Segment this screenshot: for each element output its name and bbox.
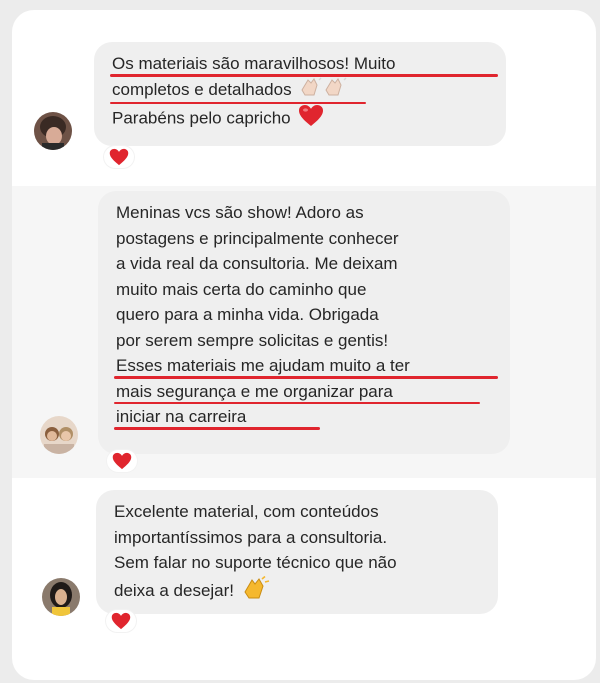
clapping-hands-icon: [299, 77, 347, 105]
comment-line: Os materiais são maravilhosos! Muito: [110, 51, 498, 77]
red-heart-icon: [298, 104, 324, 135]
red-heart-icon: [112, 452, 132, 470]
red-heart-icon: [109, 148, 129, 166]
comment-line: Meninas vcs são show! Adoro as: [116, 203, 364, 222]
comment-line: Excelente material, com conteúdos: [114, 502, 379, 521]
avatar[interactable]: [34, 112, 72, 150]
comment-line: Sem falar no suporte técnico que não: [114, 553, 397, 572]
comment-line: Parabéns pelo capricho: [112, 104, 492, 135]
comment-bubble[interactable]: Os materiais são maravilhosos! Muito com…: [94, 42, 506, 146]
comment-line: completos e detalhados: [110, 77, 366, 105]
comment-line: mais segurança e me organizar para: [114, 379, 480, 405]
comment-line: postagens e principalmente conhecer: [116, 228, 399, 248]
comment-line: Esses materiais me ajudam muito a ter: [114, 353, 498, 379]
comment-line: muito mais certa do caminho que: [116, 279, 367, 299]
heart-reaction[interactable]: [107, 450, 137, 472]
avatar[interactable]: [42, 578, 80, 616]
avatar[interactable]: [40, 416, 78, 454]
comment-bubble[interactable]: Meninas vcs são show! Adoro as postagens…: [98, 191, 510, 454]
clapping-hands-icon: [242, 575, 270, 608]
comment-line: a vida real da consultoria. Me deixam: [116, 254, 398, 273]
heart-reaction[interactable]: [104, 146, 134, 168]
comment-bubble[interactable]: Excelente material, com conteúdos import…: [96, 490, 498, 614]
heart-reaction[interactable]: [106, 610, 136, 632]
red-heart-icon: [111, 612, 131, 630]
comment-line: iniciar na carreira: [114, 404, 320, 430]
comment-line: por serem sempre solicitas e gentis!: [116, 330, 389, 350]
comment-line: quero para a minha vida. Obrigada: [116, 305, 379, 324]
comment-line: importantíssimos para a consultoria.: [114, 527, 388, 547]
comment-line: deixa a desejar!: [114, 575, 484, 608]
